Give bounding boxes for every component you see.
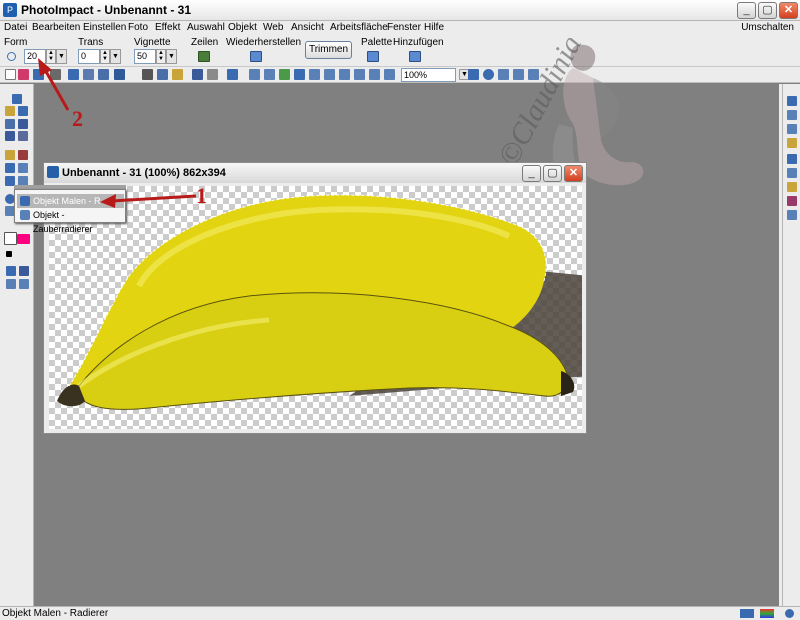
arrow-1-line: [111, 194, 197, 203]
arrow-2-head: [38, 58, 52, 76]
arrow-1-head: [100, 194, 116, 208]
annotation-2: 2: [72, 106, 83, 131]
status-color-icon[interactable]: [760, 609, 774, 618]
status-text: Objekt Malen - Radierer: [2, 608, 109, 619]
arrow-2-line: [42, 67, 70, 111]
annotation-1: 1: [196, 183, 207, 208]
annotation-layer: [38, 58, 197, 208]
status-info-icon[interactable]: [785, 609, 794, 618]
status-bar: Objekt Malen - Radierer: [0, 606, 800, 620]
status-ruler-icon[interactable]: [740, 609, 754, 618]
